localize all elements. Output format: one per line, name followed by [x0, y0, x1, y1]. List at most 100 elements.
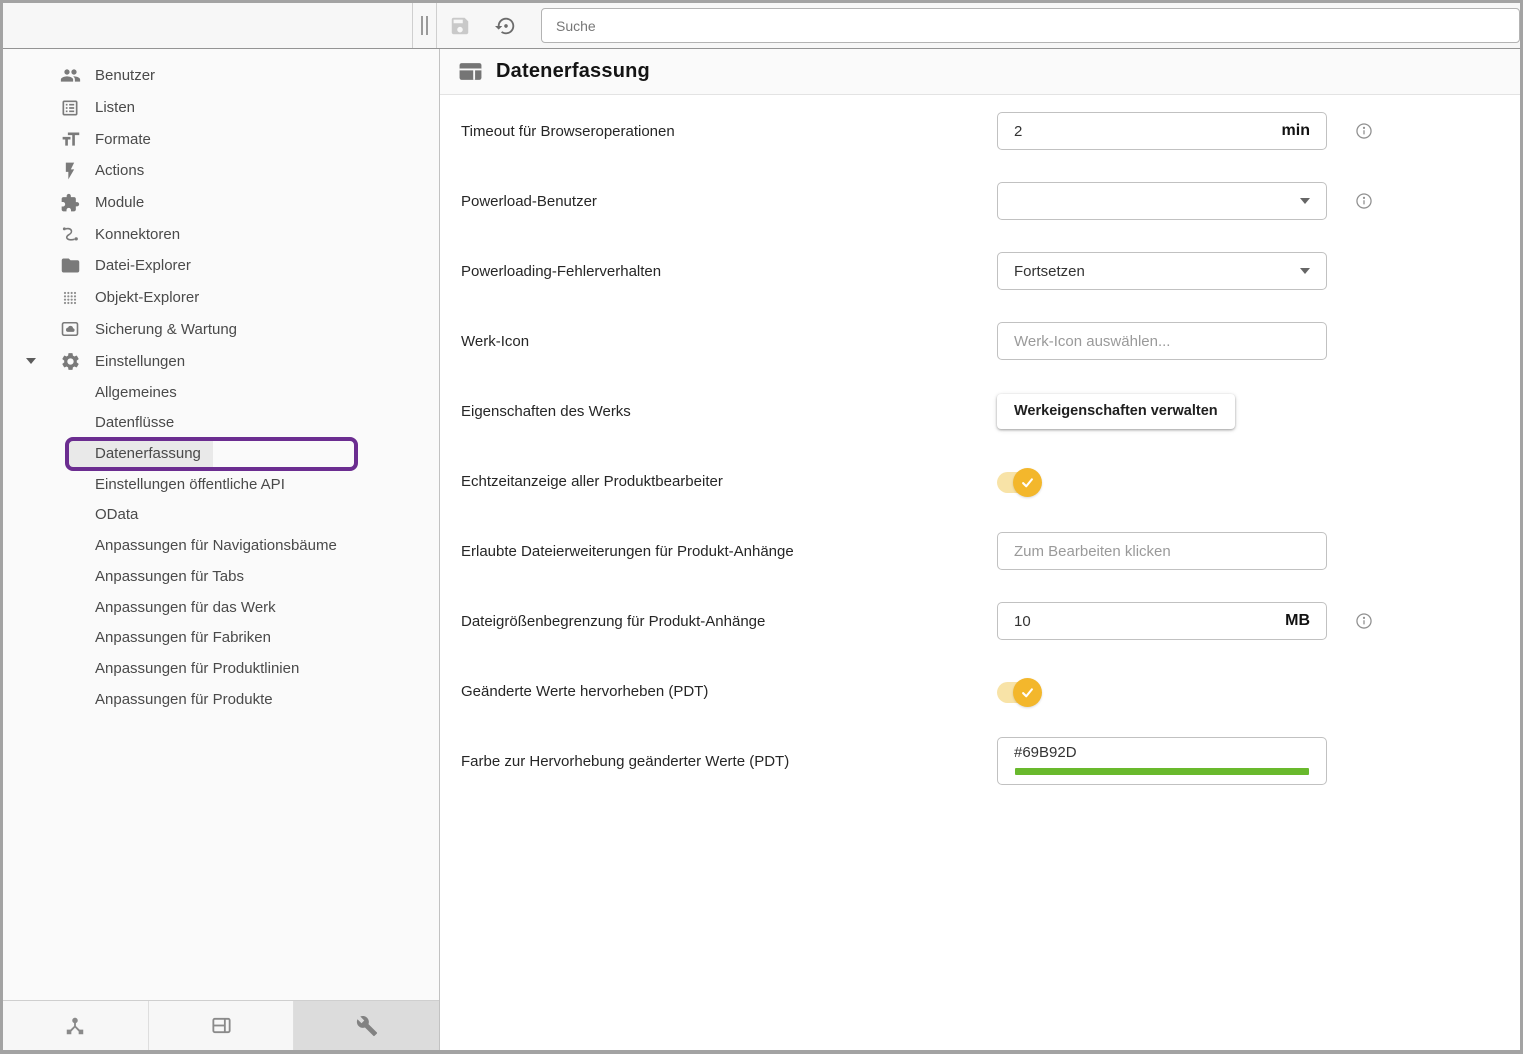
tab-settings-wrench[interactable] — [293, 1001, 439, 1050]
powerload-benutzer-select[interactable] — [997, 182, 1327, 220]
info-icon[interactable] — [1355, 612, 1373, 630]
page-header: Datenerfassung — [440, 49, 1520, 95]
echtzeitanzeige-toggle[interactable] — [997, 472, 1038, 493]
field-label-hervorhebung-farbe: Farbe zur Hervorhebung geänderter Werte … — [461, 753, 997, 770]
werkeigenschaften-verwalten-button[interactable]: Werkeigenschaften verwalten — [997, 394, 1235, 429]
chevron-down-icon[interactable] — [26, 358, 36, 364]
sidebar-item-label: Sicherung & Wartung — [3, 321, 237, 338]
werte-hervorheben-toggle[interactable] — [997, 682, 1038, 703]
sidebar-nav: Benutzer Listen Formate — [3, 49, 439, 1000]
sidebar-subitem-label: OData — [3, 506, 138, 523]
form-row: Erlaubte Dateierweiterungen für Produkt-… — [461, 516, 1520, 586]
dateigroesse-input[interactable] — [1014, 613, 1277, 630]
form-row: Werk-Icon — [461, 306, 1520, 376]
connector-icon — [58, 222, 82, 246]
timeout-field: min — [997, 112, 1327, 150]
sidebar-subitem-anpassungen-fabriken[interactable]: Anpassungen für Fabriken — [3, 622, 439, 653]
sidebar-subitem-allgemeines[interactable]: Allgemeines — [3, 377, 439, 408]
form-row: Powerload-Benutzer — [461, 166, 1520, 236]
sidebar-item-sicherung-wartung[interactable]: Sicherung & Wartung — [3, 314, 439, 346]
form-row: Eigenschaften des Werks Werkeigenschafte… — [461, 376, 1520, 446]
sidebar-item-actions[interactable]: Actions — [3, 155, 439, 187]
werk-icon-field — [997, 322, 1327, 360]
sidebar-subitem-label: Anpassungen für Tabs — [3, 568, 244, 585]
unit-suffix: min — [1282, 122, 1310, 140]
color-swatch-bar — [1015, 768, 1309, 775]
restore-button[interactable] — [494, 14, 518, 38]
dateierweiterungen-input[interactable] — [1014, 543, 1310, 560]
color-value: #69B92D — [1014, 744, 1310, 761]
form-row: Geänderte Werte hervorheben (PDT) — [461, 656, 1520, 726]
sidebar-item-listen[interactable]: Listen — [3, 92, 439, 124]
field-label-fehlerverhalten: Powerloading-Fehlerverhalten — [461, 263, 997, 280]
sidebar-item-einstellungen[interactable]: Einstellungen — [3, 345, 439, 377]
field-label-werte-hervorheben: Geänderte Werte hervorheben (PDT) — [461, 683, 997, 700]
field-label-eigenschaften: Eigenschaften des Werks — [461, 403, 997, 420]
wrench-icon — [356, 1015, 378, 1037]
format-size-icon — [58, 127, 82, 151]
sidebar-item-benutzer[interactable]: Benutzer — [3, 60, 439, 92]
sidebar-subitem-label: Einstellungen öffentliche API — [3, 476, 285, 493]
layout-icon — [210, 1014, 233, 1037]
info-icon[interactable] — [1355, 122, 1373, 140]
gear-icon — [58, 349, 82, 373]
fehlerverhalten-select[interactable]: Fortsetzen — [997, 252, 1327, 290]
tab-hierarchy[interactable] — [3, 1001, 148, 1050]
save-icon — [449, 15, 471, 37]
sidebar-subitem-datenerfassung[interactable]: Datenerfassung — [3, 438, 439, 469]
dateigroesse-field: MB — [997, 602, 1327, 640]
dot-grid-icon — [58, 286, 82, 310]
tab-layout[interactable] — [148, 1001, 294, 1050]
sidebar-subitem-anpassungen-werk[interactable]: Anpassungen für das Werk — [3, 592, 439, 623]
search-field[interactable] — [541, 8, 1520, 43]
unit-suffix: MB — [1285, 612, 1310, 630]
sidebar-subitem-label: Anpassungen für Navigationsbäume — [3, 537, 337, 554]
sidebar-splitter-handle[interactable] — [412, 3, 437, 48]
form-row: Powerloading-Fehlerverhalten Fortsetzen — [461, 236, 1520, 306]
page-title: Datenerfassung — [496, 60, 650, 83]
toolbar — [3, 3, 1520, 49]
sidebar-item-label: Objekt-Explorer — [3, 289, 199, 306]
sidebar-item-konnektoren[interactable]: Konnektoren — [3, 218, 439, 250]
backup-icon — [58, 317, 82, 341]
field-label-timeout: Timeout für Browseroperationen — [461, 123, 997, 140]
toolbar-left-spacer — [3, 3, 412, 48]
hierarchy-icon — [64, 1015, 86, 1037]
highlight-color-field[interactable]: #69B92D — [997, 737, 1327, 785]
sidebar-item-module[interactable]: Module — [3, 187, 439, 219]
form-row: Echtzeitanzeige aller Produktbearbeiter — [461, 446, 1520, 516]
sidebar-subitem-anpassungen-tabs[interactable]: Anpassungen für Tabs — [3, 561, 439, 592]
sidebar-subitem-anpassungen-navigationsbaeume[interactable]: Anpassungen für Navigationsbäume — [3, 530, 439, 561]
caret-down-icon — [1300, 198, 1310, 204]
sidebar-item-objekt-explorer[interactable]: Objekt-Explorer — [3, 282, 439, 314]
info-icon[interactable] — [1355, 192, 1373, 210]
save-button[interactable] — [448, 14, 472, 38]
main-content: Datenerfassung Timeout für Browseroperat… — [440, 49, 1520, 1050]
sidebar-subitem-einstellungen-oeffentliche-api[interactable]: Einstellungen öffentliche API — [3, 469, 439, 500]
puzzle-icon — [58, 191, 82, 215]
form-row: Dateigrößenbegrenzung für Produkt-Anhäng… — [461, 586, 1520, 656]
timeout-input[interactable] — [1014, 123, 1274, 140]
sidebar-subitem-label: Datenerfassung — [3, 445, 201, 462]
sidebar-subitem-label: Allgemeines — [3, 384, 177, 401]
users-icon — [58, 64, 82, 88]
sidebar-item-datei-explorer[interactable]: Datei-Explorer — [3, 250, 439, 282]
bottom-tab-bar — [3, 1000, 439, 1050]
sidebar-subitem-odata[interactable]: OData — [3, 500, 439, 531]
field-label-echtzeitanzeige: Echtzeitanzeige aller Produktbearbeiter — [461, 473, 997, 490]
bolt-icon — [58, 159, 82, 183]
sidebar-subitem-anpassungen-produkte[interactable]: Anpassungen für Produkte — [3, 684, 439, 715]
sidebar-item-formate[interactable]: Formate — [3, 123, 439, 155]
toggle-thumb-check-icon — [1013, 678, 1042, 707]
search-input[interactable] — [556, 18, 1505, 34]
caret-down-icon — [1300, 268, 1310, 274]
form-row: Farbe zur Hervorhebung geänderter Werte … — [461, 726, 1520, 796]
select-value: Fortsetzen — [1014, 263, 1085, 280]
field-label-powerload-benutzer: Powerload-Benutzer — [461, 193, 997, 210]
sidebar-subitem-label: Datenflüsse — [3, 414, 174, 431]
field-label-werk-icon: Werk-Icon — [461, 333, 997, 350]
werk-icon-input[interactable] — [1014, 333, 1310, 350]
sidebar-subitem-anpassungen-produktlinien[interactable]: Anpassungen für Produktlinien — [3, 653, 439, 684]
sidebar-subitem-datenfluesse[interactable]: Datenflüsse — [3, 408, 439, 439]
dateierweiterungen-field — [997, 532, 1327, 570]
